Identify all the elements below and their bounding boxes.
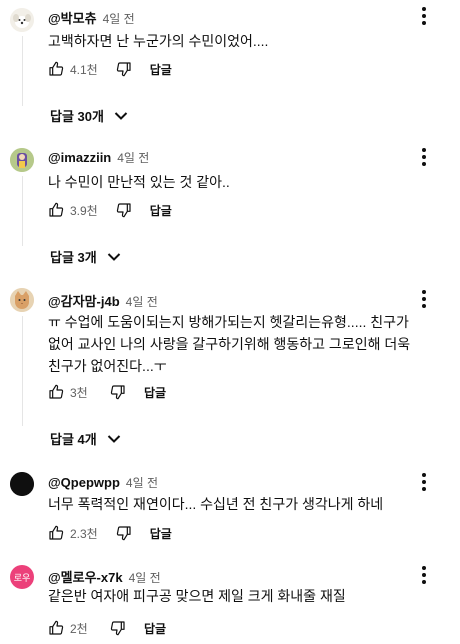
like-button[interactable] — [44, 521, 68, 545]
black-avatar-icon — [10, 472, 34, 496]
character-avatar-icon — [10, 148, 34, 172]
author-name[interactable]: @감자맘-j4b — [48, 291, 120, 310]
chevron-down-icon — [114, 111, 128, 120]
cat-avatar-icon — [10, 288, 34, 312]
thumbs-up-icon — [49, 202, 64, 217]
dislike-button[interactable] — [112, 198, 136, 222]
comment-time[interactable]: 4일 전 — [126, 474, 158, 491]
like-count: 3.9천 — [70, 203, 98, 218]
avatar[interactable] — [10, 8, 34, 32]
replies-count-label: 답글 3개 — [50, 250, 97, 265]
author-row: @Qpepwpp 4일 전 — [48, 474, 158, 491]
chevron-down-icon — [107, 252, 120, 261]
like-count: 2.3천 — [70, 526, 98, 541]
thumbs-up-icon — [49, 620, 64, 635]
comment-text: ㅠ 수업에 도움이되는지 방해가되는지 헷갈리는유형..... 친구가 없어 교… — [48, 314, 411, 374]
author-row: @멜로우-x7k 4일 전 — [48, 567, 161, 586]
thread-line — [22, 176, 23, 246]
avatar[interactable] — [10, 148, 34, 172]
like-button[interactable] — [44, 57, 68, 81]
comment-time[interactable]: 4일 전 — [126, 293, 158, 310]
thread-line — [22, 36, 23, 106]
more-actions-icon[interactable] — [414, 145, 434, 169]
more-actions-icon[interactable] — [414, 287, 434, 311]
comment-actions: 3천 답글 — [44, 380, 166, 404]
thumbs-up-icon — [49, 384, 64, 399]
avatar[interactable] — [10, 472, 34, 496]
thread-line — [22, 316, 23, 426]
more-actions-icon[interactable] — [414, 563, 434, 587]
thumbs-up-icon — [49, 525, 64, 540]
comment-text: 고백하자면 난 누군가의 수민이었어.... — [48, 33, 269, 49]
replies-count-label: 답글 30개 — [50, 109, 104, 124]
replies-count-label: 답글 4개 — [50, 432, 97, 447]
comment-thread: @Qpepwpp 4일 전 너무 폭력적인 재연이다... 수십년 전 친구가 … — [0, 464, 460, 550]
comment-time[interactable]: 4일 전 — [117, 149, 149, 166]
thumbs-down-icon — [110, 621, 125, 636]
chevron-down-icon — [107, 434, 120, 443]
comment-thread: @imazziin 4일 전 나 수민이 만난적 있는 것 같아.. 3.9천 … — [0, 140, 460, 270]
thumbs-down-icon — [110, 385, 125, 400]
comment-thread: @감자맘-j4b 4일 전 ㅠ 수업에 도움이되는지 방해가되는지 헷갈리는유형… — [0, 280, 460, 450]
like-button[interactable] — [44, 380, 68, 404]
author-row: @감자맘-j4b 4일 전 — [48, 291, 158, 310]
comment-text: 나 수민이 만난적 있는 것 같아.. — [48, 174, 230, 190]
comment-text: 같은반 여자애 피구공 맞으면 제일 크게 화내줄 재질 — [48, 588, 346, 604]
comment-actions: 2.3천 답글 — [44, 521, 172, 545]
dislike-button[interactable] — [112, 57, 136, 81]
like-button[interactable] — [44, 198, 68, 222]
comment-time[interactable]: 4일 전 — [103, 10, 135, 27]
comment-actions: 3.9천 답글 — [44, 198, 172, 222]
view-replies-button[interactable]: 답글 3개 — [50, 247, 121, 266]
thumbs-down-icon — [116, 203, 131, 218]
view-replies-button[interactable]: 답글 4개 — [50, 429, 121, 448]
reply-button[interactable]: 답글 — [144, 384, 166, 401]
thumbs-down-icon — [116, 62, 131, 77]
reply-button[interactable]: 답글 — [150, 525, 172, 542]
author-name[interactable]: @Qpepwpp — [48, 475, 120, 490]
more-actions-icon[interactable] — [414, 4, 434, 28]
dislike-button[interactable] — [106, 380, 130, 404]
author-row: @imazziin 4일 전 — [48, 149, 149, 166]
dog-avatar-icon — [10, 8, 34, 32]
comment-actions: 2천 답글 — [44, 616, 166, 640]
avatar[interactable]: 로우 — [10, 565, 34, 589]
view-replies-button[interactable]: 답글 30개 — [50, 106, 128, 125]
author-name[interactable]: @박모츄 — [48, 8, 97, 27]
like-count: 4.1천 — [70, 62, 98, 77]
dislike-button[interactable] — [112, 521, 136, 545]
comment-actions: 4.1천 답글 — [44, 57, 172, 81]
more-actions-icon[interactable] — [414, 470, 434, 494]
like-count: 3천 — [70, 385, 88, 400]
author-name[interactable]: @멜로우-x7k — [48, 567, 123, 586]
comment-text: 너무 폭력적인 재연이다... 수십년 전 친구가 생각나게 하네 — [48, 496, 384, 512]
avatar-letter: 로우 — [13, 573, 31, 584]
reply-button[interactable]: 답글 — [150, 202, 172, 219]
avatar[interactable] — [10, 288, 34, 312]
like-count: 2천 — [70, 621, 88, 636]
comment-time[interactable]: 4일 전 — [129, 569, 161, 586]
dislike-button[interactable] — [106, 616, 130, 640]
thumbs-up-icon — [49, 61, 64, 76]
reply-button[interactable]: 답글 — [150, 61, 172, 78]
comment-thread: @박모츄 4일 전 고백하자면 난 누군가의 수민이었어.... 4.1천 답글… — [0, 0, 460, 130]
author-name[interactable]: @imazziin — [48, 150, 111, 165]
comment-thread: 로우 @멜로우-x7k 4일 전 같은반 여자애 피구공 맞으면 제일 크게 화… — [0, 556, 460, 644]
reply-button[interactable]: 답글 — [144, 620, 166, 637]
author-row: @박모츄 4일 전 — [48, 8, 135, 27]
like-button[interactable] — [44, 616, 68, 640]
thumbs-down-icon — [116, 526, 131, 541]
